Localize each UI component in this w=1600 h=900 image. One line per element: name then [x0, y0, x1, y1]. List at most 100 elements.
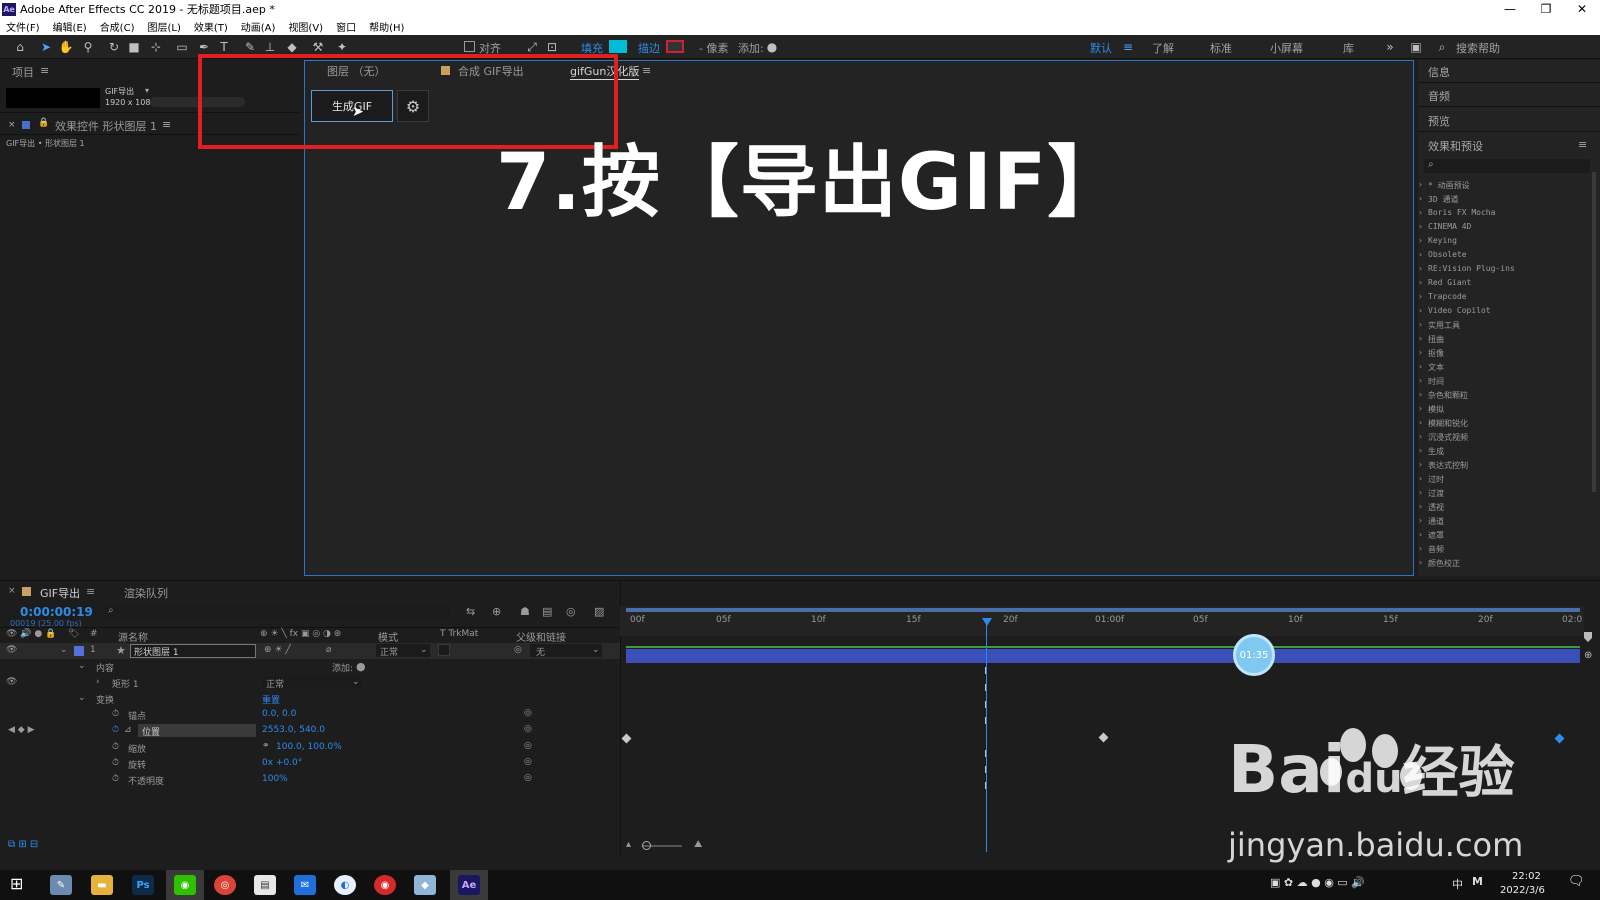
render-queue-tab[interactable]: 渲染队列	[124, 585, 168, 601]
parent-header[interactable]: 父级和链接	[516, 629, 566, 644]
hand-tool-icon[interactable]: ✋	[58, 39, 74, 55]
eraser-tool-icon[interactable]: ◆	[284, 39, 300, 55]
workspace-libraries[interactable]: 库	[1343, 40, 1354, 56]
visibility-eye-icon[interactable]: 👁	[6, 645, 17, 655]
photoshop-icon[interactable]: Ps	[132, 875, 154, 895]
snap-options-icon[interactable]: ⊡	[544, 39, 560, 55]
expression-pickwhip-icon[interactable]: ◎	[524, 724, 532, 734]
project-menu-icon[interactable]: ≡	[40, 64, 49, 77]
search-help-field[interactable]: 搜索帮助	[1456, 40, 1500, 56]
motion-blur-switch-icon[interactable]: ⌀	[326, 645, 331, 655]
add-menu-icon[interactable]: ●	[764, 39, 780, 55]
effects-category-item[interactable]: 通道	[1428, 516, 1444, 527]
wechat-icon[interactable]: ◉	[174, 875, 196, 895]
expand-chevron-icon[interactable]: ›	[1418, 208, 1423, 217]
zoom-out-icon[interactable]: ▴	[626, 839, 631, 850]
audio-panel-heading[interactable]: 音频	[1428, 88, 1450, 104]
anchor-point-value[interactable]: 0.0, 0.0	[262, 709, 296, 719]
layer-label-color[interactable]	[74, 646, 84, 656]
zoom-slider-handle[interactable]	[642, 841, 651, 850]
playhead-handle[interactable]	[982, 618, 992, 626]
effects-category-item[interactable]: * 动画预设	[1428, 180, 1470, 191]
effects-category-item[interactable]: Trapcode	[1428, 292, 1467, 301]
expand-chevron-icon[interactable]: ›	[1418, 194, 1423, 203]
pen-tool-icon[interactable]: ✒	[196, 39, 212, 55]
expand-chevron-icon[interactable]: ›	[1418, 502, 1423, 511]
after-effects-taskbar-icon[interactable]: Ae	[458, 875, 480, 895]
snap-icon[interactable]: ⤢	[524, 39, 540, 55]
effects-category-item[interactable]: 文本	[1428, 362, 1444, 373]
timeline-search-input[interactable]	[104, 605, 450, 619]
graph-icon[interactable]: ⊿	[124, 725, 132, 735]
stroke-color-swatch[interactable]	[666, 40, 684, 53]
effects-category-item[interactable]: 实用工具	[1428, 320, 1460, 331]
effects-category-item[interactable]: Keying	[1428, 236, 1457, 245]
expand-chevron-icon[interactable]: ›	[1418, 348, 1423, 357]
effects-presets-menu-icon[interactable]: ≡	[1578, 138, 1587, 151]
effects-category-item[interactable]: 扭曲	[1428, 334, 1444, 345]
effects-category-item[interactable]: 颜色校正	[1428, 558, 1460, 569]
close-button[interactable]: ✕	[1564, 0, 1600, 18]
effects-category-item[interactable]: RE:Vision Plug-ins	[1428, 264, 1515, 273]
opacity-value[interactable]: 100%	[262, 774, 288, 784]
expand-chevron-icon[interactable]: ›	[1418, 488, 1423, 497]
tray-icons[interactable]: ▣ ✿ ☁ ● ◉ ▭ 🔊	[1270, 876, 1365, 889]
workspace-standard[interactable]: 标准	[1210, 40, 1232, 56]
expand-chevron-icon[interactable]: ›	[1418, 180, 1423, 189]
taskbar-time[interactable]: 22:02	[1512, 871, 1541, 882]
maximize-button[interactable]: ❐	[1528, 0, 1564, 18]
effects-category-item[interactable]: CINEMA 4D	[1428, 222, 1471, 231]
frame-blending-icon[interactable]: ▤	[542, 605, 552, 618]
expand-chevron-icon[interactable]: ›	[1418, 404, 1423, 413]
project-tab[interactable]: 项目	[12, 64, 34, 80]
effects-category-item[interactable]: 音频	[1428, 544, 1444, 555]
zoom-tool-icon[interactable]: ⚲	[80, 39, 96, 55]
effects-category-item[interactable]: 生成	[1428, 446, 1444, 457]
visibility-eye-icon[interactable]: 👁	[6, 677, 17, 687]
brush-tool-icon[interactable]: ✎	[242, 39, 258, 55]
layer-switch-icons[interactable]: ⊕ ☀ ╱	[264, 645, 291, 655]
effects-category-item[interactable]: 时间	[1428, 376, 1444, 387]
expand-chevron-icon[interactable]: ›	[96, 677, 100, 687]
stopwatch-icon[interactable]: ⏱	[112, 709, 119, 719]
effects-category-item[interactable]: 表达式控制	[1428, 460, 1468, 471]
expand-chevron-icon[interactable]: ›	[1418, 418, 1423, 427]
menu-window[interactable]: 窗口	[336, 19, 356, 34]
rotate-tool-icon[interactable]: ↻	[106, 39, 122, 55]
selection-tool-icon[interactable]: ➤	[38, 39, 54, 55]
stopwatch-icon[interactable]: ⏱	[112, 758, 119, 768]
effects-category-item[interactable]: 模糊和锐化	[1428, 418, 1468, 429]
workspace-default[interactable]: 默认	[1090, 40, 1112, 56]
effects-category-item[interactable]: Red Giant	[1428, 278, 1471, 287]
roto-brush-icon[interactable]: ⚒	[310, 39, 326, 55]
zoom-in-icon[interactable]: ⛰	[694, 839, 702, 850]
menu-animation[interactable]: 动画(A)	[241, 19, 276, 34]
menu-effect[interactable]: 效果(T)	[194, 19, 228, 34]
effects-category-item[interactable]: 沉浸式视频	[1428, 432, 1468, 443]
timeline-tab[interactable]: GIF导出	[40, 585, 80, 601]
pickwhip-icon[interactable]: ◎	[514, 645, 522, 655]
document-icon[interactable]: ▤	[254, 875, 276, 895]
lock-icon[interactable]: 🔒	[38, 118, 49, 128]
comp-mini-flowchart-icon[interactable]: ⇆	[466, 605, 475, 618]
expand-chevron-icon[interactable]: ⌄	[78, 693, 86, 703]
trkmat-toggle[interactable]	[438, 644, 450, 656]
expand-chevron-icon[interactable]: ›	[1418, 250, 1423, 259]
current-timecode[interactable]: 0:00:00:19	[20, 605, 93, 619]
stopwatch-icon[interactable]: ⏱	[112, 742, 119, 752]
expand-chevron-icon[interactable]: ›	[1418, 334, 1423, 343]
expand-chevron-icon[interactable]: ›	[1418, 376, 1423, 385]
shy-layers-icon[interactable]: ☗	[520, 605, 530, 618]
expand-chevron-icon[interactable]: ›	[1418, 558, 1423, 567]
expand-chevron-icon[interactable]: ⌄	[60, 645, 68, 655]
expand-chevron-icon[interactable]: ›	[1418, 278, 1423, 287]
workspace-learn[interactable]: 了解	[1152, 40, 1174, 56]
expand-chevron-icon[interactable]: ›	[1418, 530, 1423, 539]
layer-duration-bar[interactable]	[626, 649, 1580, 663]
reset-link[interactable]: 重置	[262, 693, 280, 706]
ime-indicator[interactable]: 中	[1452, 876, 1463, 892]
home-icon[interactable]: ⌂	[12, 39, 28, 55]
position-value[interactable]: 2553.0, 540.0	[262, 725, 325, 735]
preview-panel-heading[interactable]: 预览	[1428, 113, 1450, 129]
menu-view[interactable]: 视图(V)	[288, 19, 323, 34]
